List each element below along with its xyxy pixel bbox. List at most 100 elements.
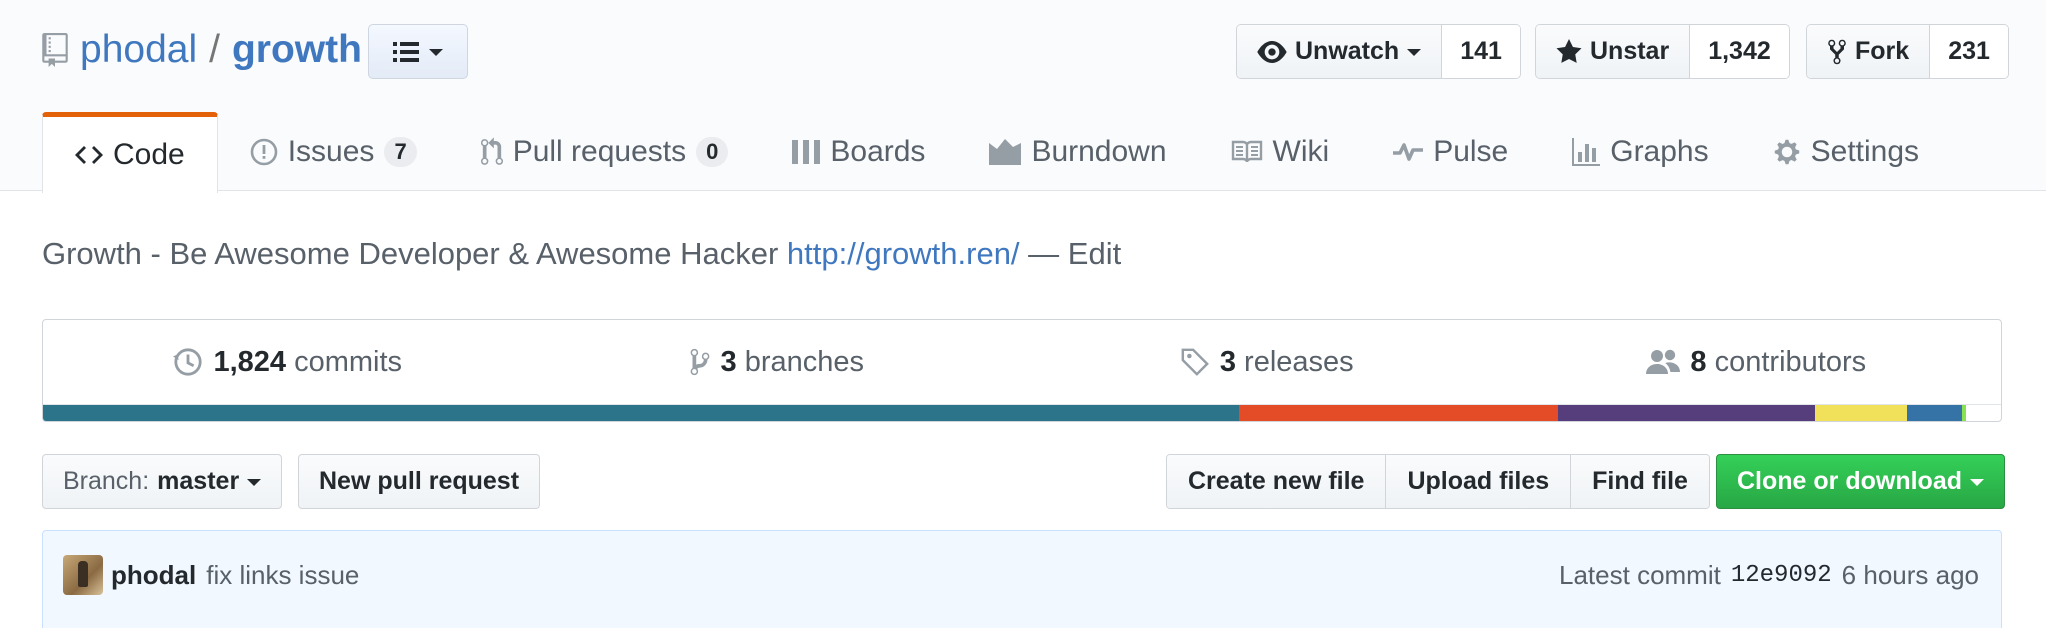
tab-issues[interactable]: Issues 7	[218, 112, 449, 192]
commits-link[interactable]: 1,824 commits	[43, 320, 533, 404]
caret-down-icon	[429, 48, 443, 56]
issue-icon	[250, 138, 278, 166]
gear-icon	[1774, 139, 1799, 165]
tab-pull-requests[interactable]: Pull requests 0	[449, 112, 761, 192]
branches-count: 3	[720, 345, 737, 378]
commit-message-link[interactable]: fix links issue	[206, 560, 359, 591]
repo-homepage-link[interactable]: http://growth.ren/	[787, 236, 1020, 271]
releases-link[interactable]: 3 releases	[1022, 320, 1512, 404]
eye-icon	[1257, 40, 1287, 63]
tab-pulse[interactable]: Pulse	[1361, 112, 1540, 192]
branch-prefix: Branch:	[63, 467, 150, 495]
pull-request-icon	[480, 137, 503, 165]
tab-label: Settings	[1810, 135, 1920, 168]
contributors-link[interactable]: 8 contributors	[1512, 320, 2002, 404]
graph-icon	[1572, 138, 1601, 166]
pull-requests-counter: 0	[696, 137, 729, 167]
avatar[interactable]	[63, 555, 103, 595]
star-button-group: Unstar 1,342	[1535, 24, 1790, 79]
tab-settings[interactable]: Settings	[1741, 112, 1951, 192]
repo-menu-button[interactable]	[368, 24, 468, 79]
repo-owner-link[interactable]: phodal	[80, 28, 197, 72]
branch-select-button[interactable]: Branch: master	[42, 454, 283, 509]
language-bar-segment	[1906, 405, 1962, 421]
find-file-button[interactable]: Find file	[1571, 455, 1709, 508]
language-bar-segment	[43, 405, 1240, 421]
tab-label: Burndown	[1031, 135, 1167, 168]
fork-button[interactable]: Fork	[1807, 25, 1931, 78]
branches-label: branches	[744, 345, 864, 378]
tag-icon	[1181, 348, 1209, 376]
commits-count: 1,824	[213, 345, 287, 378]
unwatch-button[interactable]: Unwatch	[1237, 25, 1443, 78]
new-pull-request-button[interactable]: New pull request	[298, 454, 541, 509]
branch-icon	[691, 348, 710, 376]
clone-or-download-button[interactable]: Clone or download	[1716, 454, 2005, 509]
language-bar-segment	[1961, 405, 1966, 421]
watch-button-group: Unwatch 141	[1236, 24, 1521, 79]
repo-name-link[interactable]: growth	[232, 28, 362, 72]
tab-wiki[interactable]: Wiki	[1199, 112, 1362, 192]
tab-label: Graphs	[1610, 135, 1709, 168]
releases-label: releases	[1244, 345, 1354, 378]
tab-label: Pull requests	[512, 135, 687, 168]
fork-button-group: Fork 231	[1806, 24, 2009, 79]
unstar-button[interactable]: Unstar	[1536, 25, 1691, 78]
tab-label: Boards	[830, 135, 926, 168]
language-bar-segment	[1558, 405, 1815, 421]
repo-path-separator: /	[209, 28, 220, 71]
upload-files-button[interactable]: Upload files	[1386, 455, 1572, 508]
burndown-icon	[989, 139, 1022, 165]
tab-label: Pulse	[1433, 135, 1509, 168]
file-actions-group: Create new file Upload files Find file	[1166, 454, 1710, 509]
forks-count[interactable]: 231	[1930, 25, 2008, 78]
tab-label: Issues	[287, 135, 375, 168]
caret-down-icon	[1970, 478, 1984, 486]
repo-nav-tabs: Code Issues 7 Pull requests 0 Boards Bur…	[42, 112, 1951, 193]
edit-description-link[interactable]: Edit	[1068, 236, 1121, 271]
latest-commit-bar: phodal fix links issue Latest commit 12e…	[42, 530, 2002, 628]
repo-title: phodal / growth	[42, 22, 362, 78]
contributors-label: contributors	[1714, 345, 1867, 378]
boards-icon	[792, 140, 821, 164]
list-icon	[393, 41, 419, 62]
latest-commit-label: Latest commit	[1559, 559, 1721, 590]
branches-link[interactable]: 3 branches	[533, 320, 1023, 404]
tab-burndown[interactable]: Burndown	[957, 112, 1198, 192]
repo-header: phodal / growth Unwatch 141 Unstar 1,342	[0, 0, 2046, 193]
repo-description: Growth - Be Awesome Developer & Awesome …	[42, 236, 1121, 272]
unstar-label: Unstar	[1590, 37, 1670, 65]
unwatch-label: Unwatch	[1295, 37, 1400, 65]
caret-down-icon	[247, 478, 262, 486]
language-bar-segment	[1239, 405, 1559, 421]
clone-or-download-label: Clone or download	[1737, 467, 1962, 495]
pulse-icon	[1393, 143, 1424, 161]
tab-label: Wiki	[1272, 135, 1330, 168]
commit-sha-link[interactable]: 12e9092	[1731, 562, 1832, 589]
tab-boards[interactable]: Boards	[760, 112, 957, 192]
tab-code[interactable]: Code	[42, 112, 218, 193]
code-icon	[75, 146, 103, 164]
repo-description-text: Growth - Be Awesome Developer & Awesome …	[42, 236, 779, 271]
fork-label: Fork	[1855, 37, 1910, 65]
commit-author-link[interactable]: phodal	[111, 560, 196, 591]
branch-name: master	[157, 467, 240, 495]
releases-count: 3	[1219, 345, 1236, 378]
repository-language-bar[interactable]	[43, 404, 2001, 421]
fork-icon	[1828, 39, 1846, 64]
tab-graphs[interactable]: Graphs	[1540, 112, 1740, 192]
edit-separator: —	[1028, 236, 1060, 271]
book-icon	[1231, 140, 1262, 163]
history-icon	[173, 348, 203, 376]
contributors-count: 8	[1690, 345, 1707, 378]
issues-counter: 7	[384, 137, 417, 167]
commits-label: commits	[294, 345, 403, 378]
create-new-file-button[interactable]: Create new file	[1167, 455, 1387, 508]
language-bar-segment	[1814, 405, 1907, 421]
stargazers-count[interactable]: 1,342	[1690, 25, 1789, 78]
tab-label: Code	[113, 138, 185, 171]
watchers-count[interactable]: 141	[1442, 25, 1520, 78]
numbers-summary: 1,824 commits 3 branches 3 releases 8 co…	[42, 319, 2002, 422]
people-icon	[1646, 349, 1681, 374]
caret-down-icon	[1407, 48, 1422, 56]
